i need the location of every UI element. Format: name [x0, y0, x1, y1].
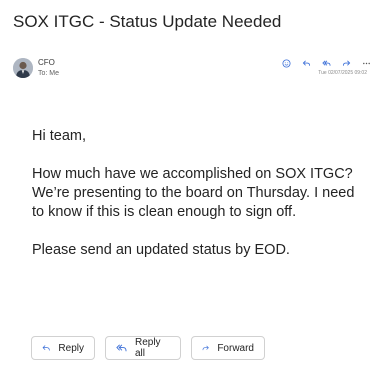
reply-all-button[interactable]: Reply all: [105, 336, 181, 360]
recipient-line: To: Me: [38, 70, 60, 77]
email-reading-pane: SOX ITGC - Status Update Needed CFO To: …: [0, 0, 384, 384]
message-actions: [273, 57, 373, 69]
email-subject: SOX ITGC - Status Update Needed: [13, 12, 282, 31]
reply-all-icon[interactable]: [319, 57, 333, 69]
forward-icon[interactable]: [339, 57, 353, 69]
email-body: Hi team, How much have we accomplished o…: [32, 127, 362, 279]
reply-label: Reply: [58, 342, 84, 354]
avatar[interactable]: [13, 58, 33, 78]
reply-bar: Reply Reply all Forward: [31, 336, 275, 360]
forward-icon: [202, 345, 209, 351]
reply-all-label: Reply all: [134, 337, 161, 359]
reply-icon[interactable]: [299, 57, 313, 69]
timestamp: Tue 02/07/2025 09:02: [318, 70, 367, 76]
body-paragraph: Please send an updated status by EOD.: [32, 242, 290, 258]
reply-icon: [42, 345, 50, 351]
body-paragraph: How much have we accomplished on SOX ITG…: [32, 166, 355, 220]
emoji-icon[interactable]: [279, 57, 293, 69]
sender-name[interactable]: CFO: [38, 58, 55, 68]
forward-button[interactable]: Forward: [191, 336, 265, 360]
message-header: CFO To: Me Tue 02/07/2025 09:02: [13, 58, 373, 82]
forward-label: Forward: [217, 342, 254, 354]
reply-button[interactable]: Reply: [31, 336, 95, 360]
more-icon[interactable]: [359, 57, 373, 69]
reply-all-icon: [116, 344, 127, 352]
greeting: Hi team,: [32, 128, 86, 144]
